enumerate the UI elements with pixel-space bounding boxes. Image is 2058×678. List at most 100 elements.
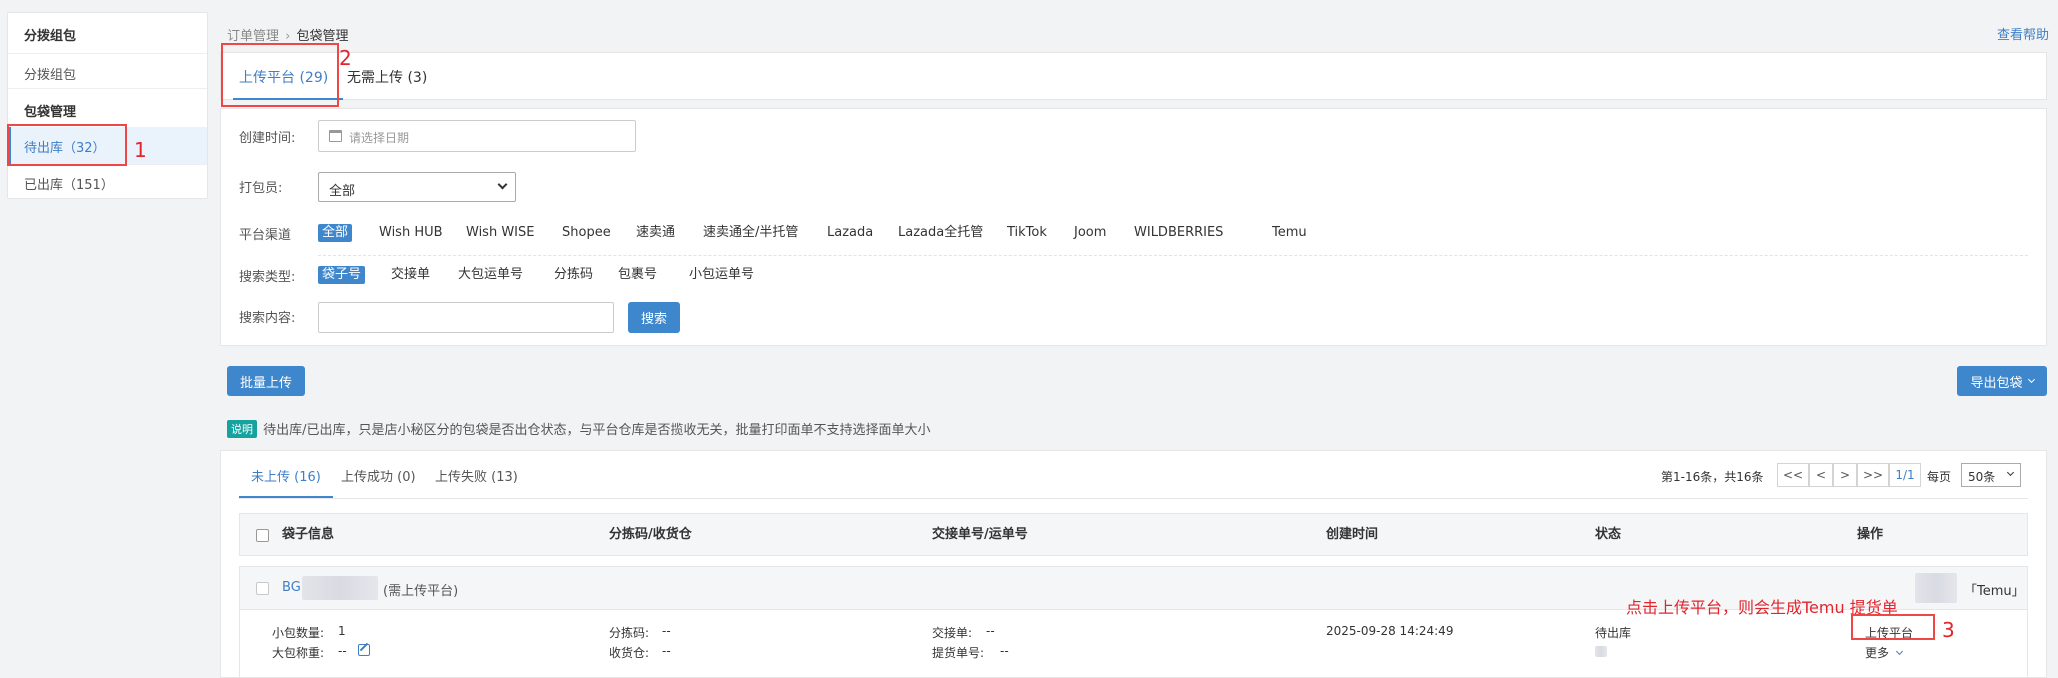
channel-option[interactable]: Joom (1074, 224, 1106, 242)
sidebar: 分拨组包 分拨组包 包袋管理 待出库（32） 已出库（151） (7, 12, 208, 199)
breadcrumb-separator: › (285, 29, 291, 44)
per-page-value: 50条 (1968, 470, 1996, 484)
channel-option[interactable]: Lazada (827, 224, 873, 242)
select-all-checkbox[interactable] (256, 529, 269, 542)
search-type-label: 搜索类型: (239, 270, 296, 285)
more-actions-link[interactable]: 更多 (1865, 644, 1903, 661)
store-name-redacted (1915, 573, 1957, 603)
channel-option[interactable]: Wish HUB (379, 224, 443, 242)
filter-divider (318, 255, 2028, 256)
table-header: 袋子信息 分拣码/收货仓 交接单号/运单号 创建时间 状态 操作 (239, 513, 2028, 556)
export-button[interactable]: 导出包袋 (1957, 366, 2047, 396)
search-button[interactable]: 搜索 (628, 302, 680, 333)
sub-tab-not-uploaded[interactable]: 未上传 (16) (239, 451, 333, 498)
annotation-box-sidebar (7, 124, 127, 166)
breadcrumb-parent[interactable]: 订单管理 (227, 29, 279, 44)
calendar-icon (329, 130, 342, 142)
channel-option[interactable]: Shopee (562, 224, 611, 242)
handover-label: 交接单: (932, 626, 973, 640)
top-tabs-bar: 上传平台 (29) 无需上传 (3) (220, 52, 2047, 100)
sub-tab-label: 未上传 (16) (251, 470, 321, 485)
info-badge: 说明 (227, 419, 257, 438)
sidebar-group-title: 分拨组包 (24, 29, 77, 44)
search-type-option[interactable]: 分拣码 (554, 266, 593, 284)
breadcrumb: 订单管理 › 包袋管理 (227, 25, 349, 44)
pager-per-page-label: 每页 (1927, 470, 1952, 484)
filter-panel: 创建时间: 请选择日期 打包员: 全部 平台渠道 全部 Wish HUB Wis… (220, 108, 2047, 346)
channel-option[interactable]: TikTok (1007, 224, 1047, 242)
edit-icon[interactable] (358, 642, 370, 656)
date-picker[interactable]: 请选择日期 (318, 120, 636, 152)
column-header: 操作 (1857, 527, 1884, 542)
chevron-down-icon (2027, 375, 2035, 383)
weight-value: -- (338, 644, 347, 658)
sub-tab-upload-failed[interactable]: 上传失败 (13) (435, 466, 518, 485)
search-type-option[interactable]: 大包运单号 (458, 266, 523, 284)
column-header: 状态 (1595, 527, 1622, 542)
search-content-label: 搜索内容: (239, 311, 296, 326)
tab-label: 无需上传 (3) (347, 70, 428, 86)
pickup-value: -- (1000, 644, 1009, 658)
search-type-option[interactable]: 包裹号 (618, 266, 657, 284)
packer-selected: 全部 (329, 184, 356, 199)
table-row: 小包数量: 1 大包称重: -- 分拣码: -- 收货仓: -- 交接单: --… (239, 610, 2028, 678)
channel-option[interactable]: Lazada全托管 (898, 224, 983, 242)
chevron-down-icon (1895, 647, 1903, 656)
pager: 第1-16条，共16条 << < > >> 1/1 每页 50条 (1661, 463, 2031, 489)
bag-checkbox[interactable] (256, 582, 269, 595)
annotation-box-tab (221, 43, 339, 107)
column-header: 交接单号/运单号 (932, 527, 1028, 542)
batch-upload-button[interactable]: 批量上传 (227, 366, 305, 396)
column-header: 创建时间 (1326, 527, 1379, 542)
channel-option[interactable]: Temu (1272, 224, 1307, 242)
sort-code-label: 分拣码: (609, 626, 650, 640)
channel-label: 平台渠道 (239, 228, 292, 243)
pager-per-page-select[interactable]: 50条 (1961, 463, 2021, 487)
sort-code-value: -- (662, 624, 671, 638)
channel-option[interactable]: Wish WISE (466, 224, 534, 242)
info-text: 待出库/已出库，只是店小秘区分的包袋是否出仓状态，与平台仓库是否揽收无关，批量打… (263, 423, 931, 438)
channel-option[interactable]: 速卖通全/半托管 (703, 224, 798, 242)
sub-tab-underline (239, 498, 2028, 499)
date-placeholder: 请选择日期 (349, 131, 410, 145)
channel-option[interactable]: WILDBERRIES (1134, 224, 1223, 242)
sidebar-item-shipped[interactable]: 已出库（151） (8, 164, 207, 199)
sidebar-item-label: 分拨组包 (24, 68, 77, 83)
annotation-box-upload (1851, 614, 1935, 640)
bag-number-prefix[interactable]: BG (282, 580, 301, 595)
tab-no-upload[interactable]: 无需上传 (3) (347, 53, 457, 100)
annotation-number: 1 (134, 138, 147, 162)
row-status: 待出库 (1595, 626, 1632, 640)
warehouse-value: -- (662, 644, 671, 658)
more-actions-label: 更多 (1865, 646, 1890, 660)
created-time-label: 创建时间: (239, 131, 296, 146)
channel-option[interactable]: 速卖通 (636, 224, 675, 242)
sidebar-item-allocate[interactable]: 分拨组包 (8, 53, 207, 89)
bag-tag: (需上传平台) (383, 584, 459, 599)
handover-value: -- (986, 624, 995, 638)
pickup-label: 提货单号: (932, 646, 985, 660)
pager-first-button[interactable]: << (1777, 463, 1809, 487)
bag-number-redacted (302, 576, 378, 600)
export-button-label: 导出包袋 (1970, 375, 2023, 391)
pager-next-button[interactable]: > (1833, 463, 1857, 487)
packer-label: 打包员: (239, 181, 283, 196)
bag-platform: 「Temu」 (1964, 584, 2025, 599)
search-type-option[interactable]: 小包运单号 (689, 266, 754, 284)
warehouse-label: 收货仓: (609, 646, 650, 660)
pager-prev-button[interactable]: < (1809, 463, 1833, 487)
sidebar-item-label: 已出库（151） (24, 178, 114, 193)
pkg-count-value: 1 (338, 624, 346, 638)
channel-option-all[interactable]: 全部 (318, 224, 353, 242)
sub-tab-upload-success[interactable]: 上传成功 (0) (341, 466, 416, 485)
search-type-option[interactable]: 交接单 (391, 266, 430, 284)
search-type-option[interactable]: 袋子号 (318, 266, 366, 284)
column-header: 分拣码/收货仓 (609, 527, 692, 542)
search-input[interactable] (318, 302, 614, 333)
packer-select[interactable]: 全部 (318, 172, 516, 202)
pager-last-button[interactable]: >> (1857, 463, 1889, 487)
help-link[interactable]: 查看帮助 (1997, 24, 2049, 43)
chevron-down-icon (2006, 468, 2015, 477)
pager-page: 1/1 (1889, 463, 1921, 487)
search-type-options: 袋子号 交接单 大包运单号 分拣码 包裹号 小包运单号 (318, 266, 918, 286)
